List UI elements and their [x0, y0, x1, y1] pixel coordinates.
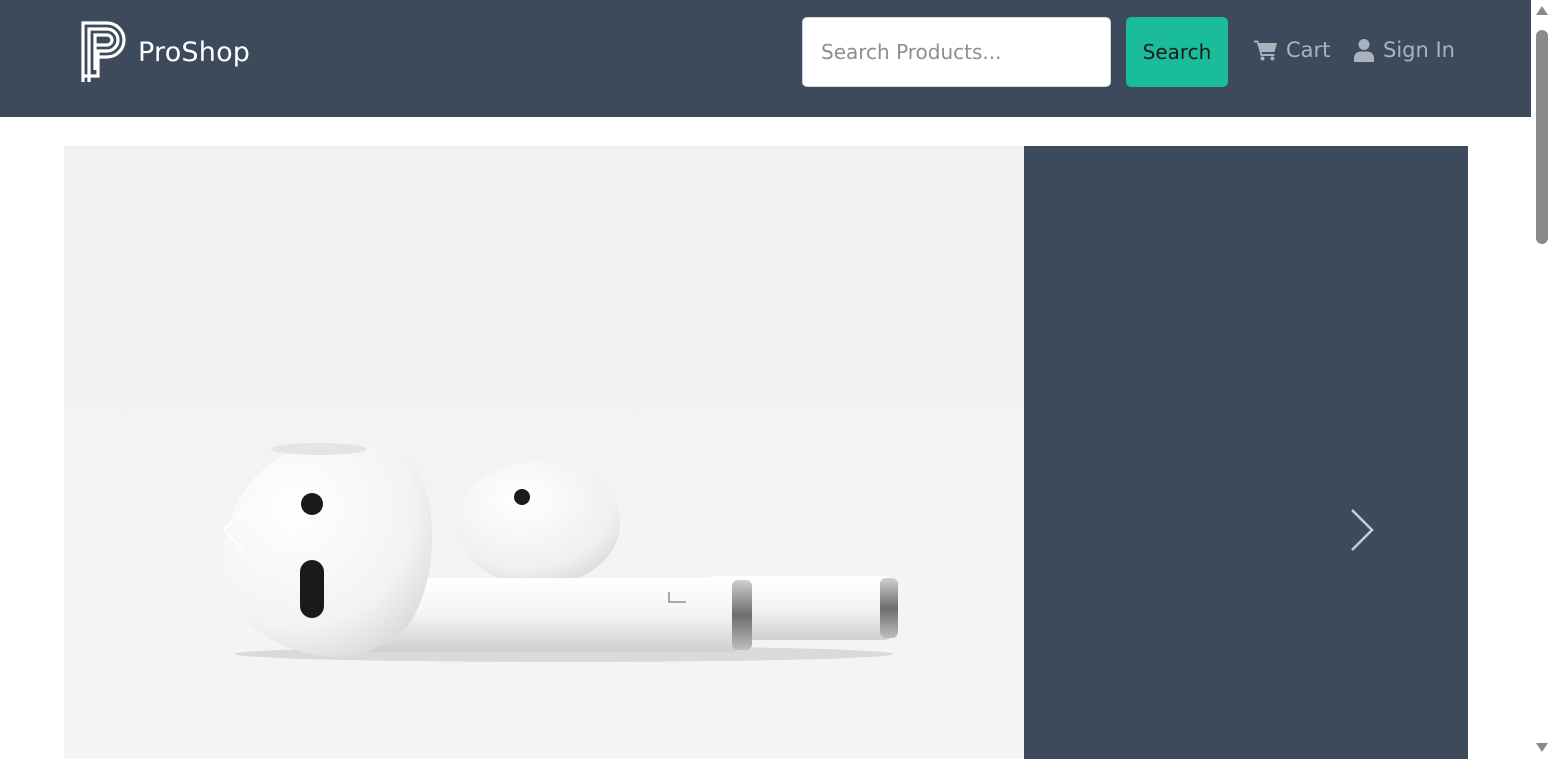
nav-signin-link[interactable]: Sign In: [1353, 30, 1455, 70]
proshop-logo-icon: [81, 21, 126, 82]
signin-label: Sign In: [1383, 38, 1455, 62]
page-scrollbar[interactable]: [1531, 0, 1554, 759]
search-button[interactable]: Search: [1126, 17, 1228, 87]
navbar: ProShop Search Cart Sign In: [0, 0, 1531, 117]
product-carousel: [64, 146, 1468, 759]
user-icon: [1354, 39, 1374, 62]
nav-cart-link[interactable]: Cart: [1254, 30, 1330, 70]
brand-link[interactable]: ProShop: [80, 20, 250, 84]
carousel-next-button[interactable]: [1342, 500, 1382, 560]
cart-icon: [1254, 40, 1277, 61]
carousel-prev-button[interactable]: [214, 500, 254, 560]
scroll-thumb[interactable]: [1536, 30, 1548, 244]
carousel-slide-image[interactable]: [64, 146, 1024, 759]
search-input[interactable]: [802, 17, 1111, 87]
brand-name: ProShop: [138, 36, 251, 68]
page: ProShop Search Cart Sign In: [0, 0, 1554, 759]
chevron-left-icon: [222, 509, 245, 551]
cart-label: Cart: [1286, 38, 1331, 62]
chevron-right-icon: [1351, 509, 1374, 551]
scroll-down-arrow-icon[interactable]: [1536, 743, 1548, 752]
scroll-up-arrow-icon[interactable]: [1536, 6, 1548, 15]
